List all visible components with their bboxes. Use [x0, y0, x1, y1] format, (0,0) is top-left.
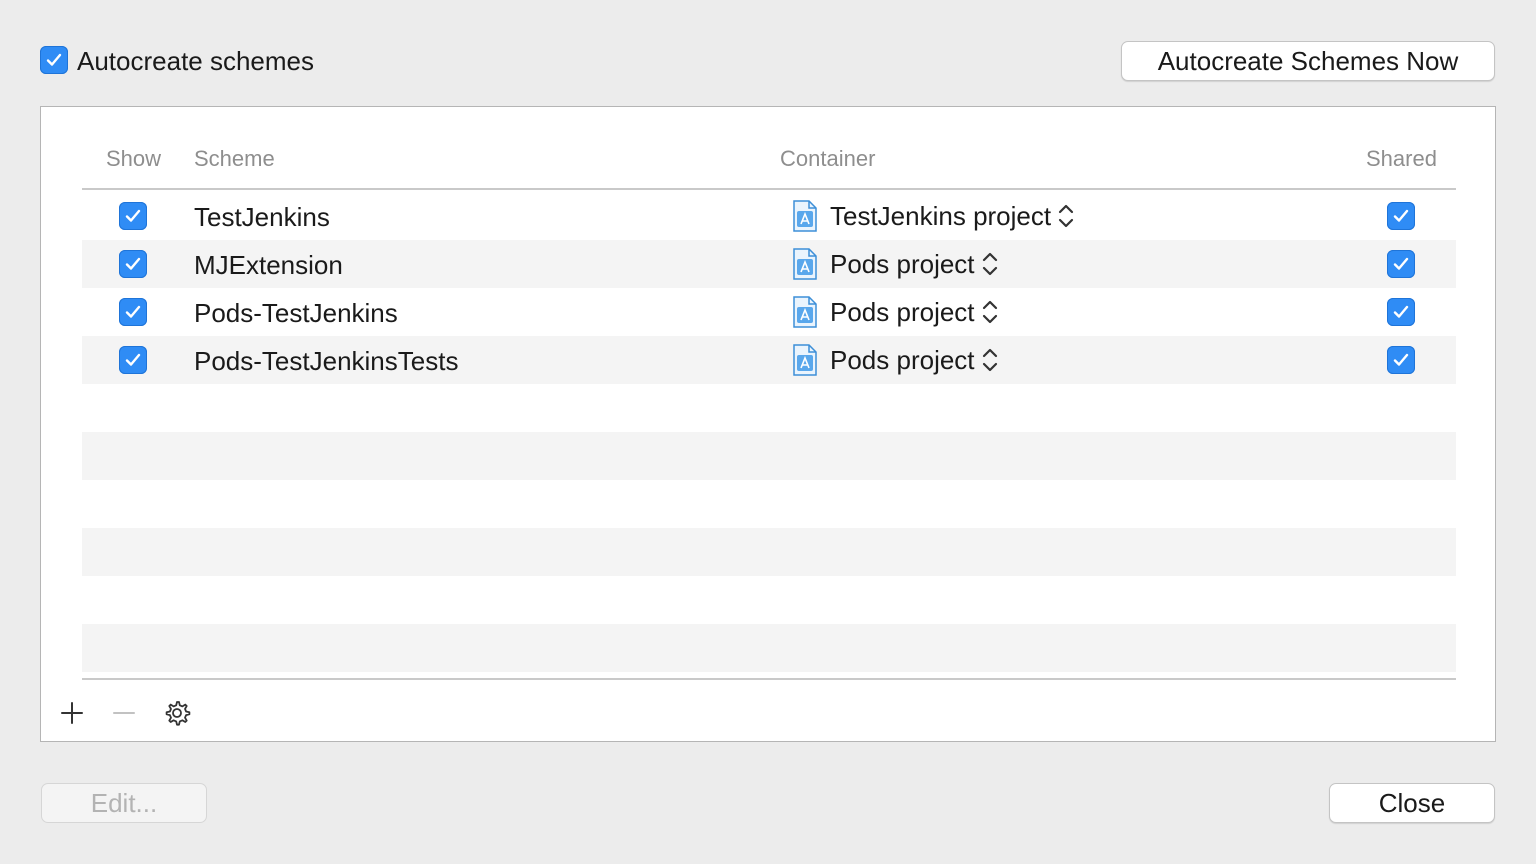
- show-checkbox[interactable]: [119, 346, 147, 374]
- checkmark-icon: [1393, 209, 1409, 222]
- show-checkbox[interactable]: [119, 202, 147, 230]
- column-header-scheme[interactable]: Scheme: [194, 146, 275, 172]
- xcode-project-icon: [793, 200, 817, 232]
- empty-row: [82, 480, 1456, 528]
- shared-checkbox[interactable]: [1387, 250, 1415, 278]
- checkmark-icon: [125, 305, 141, 318]
- table-row[interactable]: Pods-TestJenkinsTests Pods project: [82, 336, 1456, 384]
- show-checkbox[interactable]: [119, 298, 147, 326]
- column-header-show[interactable]: Show: [106, 146, 161, 172]
- gear-icon: [165, 701, 191, 726]
- checkmark-icon: [1393, 257, 1409, 270]
- remove-scheme-button[interactable]: [109, 698, 139, 728]
- container-popup[interactable]: TestJenkins project: [792, 200, 1075, 232]
- table-row[interactable]: Pods-TestJenkins Pods project: [82, 288, 1456, 336]
- table-header: Show Scheme Container Shared: [82, 140, 1456, 190]
- manage-schemes-sheet: Autocreate schemes Autocreate Schemes No…: [0, 0, 1536, 864]
- autocreate-schemes-now-button[interactable]: Autocreate Schemes Now: [1121, 41, 1495, 81]
- scheme-actions-button[interactable]: [162, 698, 192, 728]
- popup-chevrons-icon: [982, 252, 997, 276]
- table-row[interactable]: MJExtension Pods project: [82, 240, 1456, 288]
- popup-chevrons-icon: [1059, 204, 1074, 228]
- table-footer-divider: [82, 678, 1456, 680]
- checkmark-icon: [1393, 353, 1409, 366]
- container-label: Pods project: [830, 297, 975, 327]
- close-button[interactable]: Close: [1329, 783, 1495, 823]
- column-header-shared[interactable]: Shared: [1366, 146, 1437, 172]
- autocreate-schemes-checkbox[interactable]: [40, 46, 68, 74]
- xcode-project-icon: [793, 296, 817, 328]
- checkmark-icon: [46, 53, 62, 66]
- container-popup[interactable]: Pods project: [792, 296, 999, 328]
- checkmark-icon: [125, 209, 141, 222]
- shared-checkbox[interactable]: [1387, 298, 1415, 326]
- container-label: Pods project: [830, 345, 975, 375]
- popup-chevrons-icon: [982, 348, 997, 372]
- scheme-name: Pods-TestJenkinsTests: [194, 346, 459, 376]
- container-popup[interactable]: Pods project: [792, 344, 999, 376]
- scheme-name: TestJenkins: [194, 202, 330, 232]
- popup-chevrons-icon: [982, 300, 997, 324]
- empty-row: [82, 576, 1456, 624]
- xcode-project-icon: [793, 248, 817, 280]
- container-popup[interactable]: Pods project: [792, 248, 999, 280]
- container-label: TestJenkins project: [830, 201, 1052, 231]
- checkmark-icon: [125, 353, 141, 366]
- xcode-project-icon: [793, 344, 817, 376]
- add-scheme-button[interactable]: [57, 698, 87, 728]
- column-header-container[interactable]: Container: [780, 146, 875, 172]
- empty-row: [82, 384, 1456, 432]
- empty-row: [82, 528, 1456, 576]
- scheme-name: Pods-TestJenkins: [194, 298, 398, 328]
- scheme-name: MJExtension: [194, 250, 343, 280]
- checkmark-icon: [125, 257, 141, 270]
- plus-icon: [61, 702, 83, 724]
- shared-checkbox[interactable]: [1387, 202, 1415, 230]
- minus-icon: [113, 712, 135, 714]
- autocreate-schemes-label[interactable]: Autocreate schemes: [77, 44, 314, 78]
- show-checkbox[interactable]: [119, 250, 147, 278]
- container-label: Pods project: [830, 249, 975, 279]
- checkmark-icon: [1393, 305, 1409, 318]
- empty-row: [82, 432, 1456, 480]
- empty-row: [82, 624, 1456, 672]
- table-row[interactable]: TestJenkins TestJenkins project: [82, 192, 1456, 240]
- shared-checkbox[interactable]: [1387, 346, 1415, 374]
- edit-button[interactable]: Edit...: [41, 783, 207, 823]
